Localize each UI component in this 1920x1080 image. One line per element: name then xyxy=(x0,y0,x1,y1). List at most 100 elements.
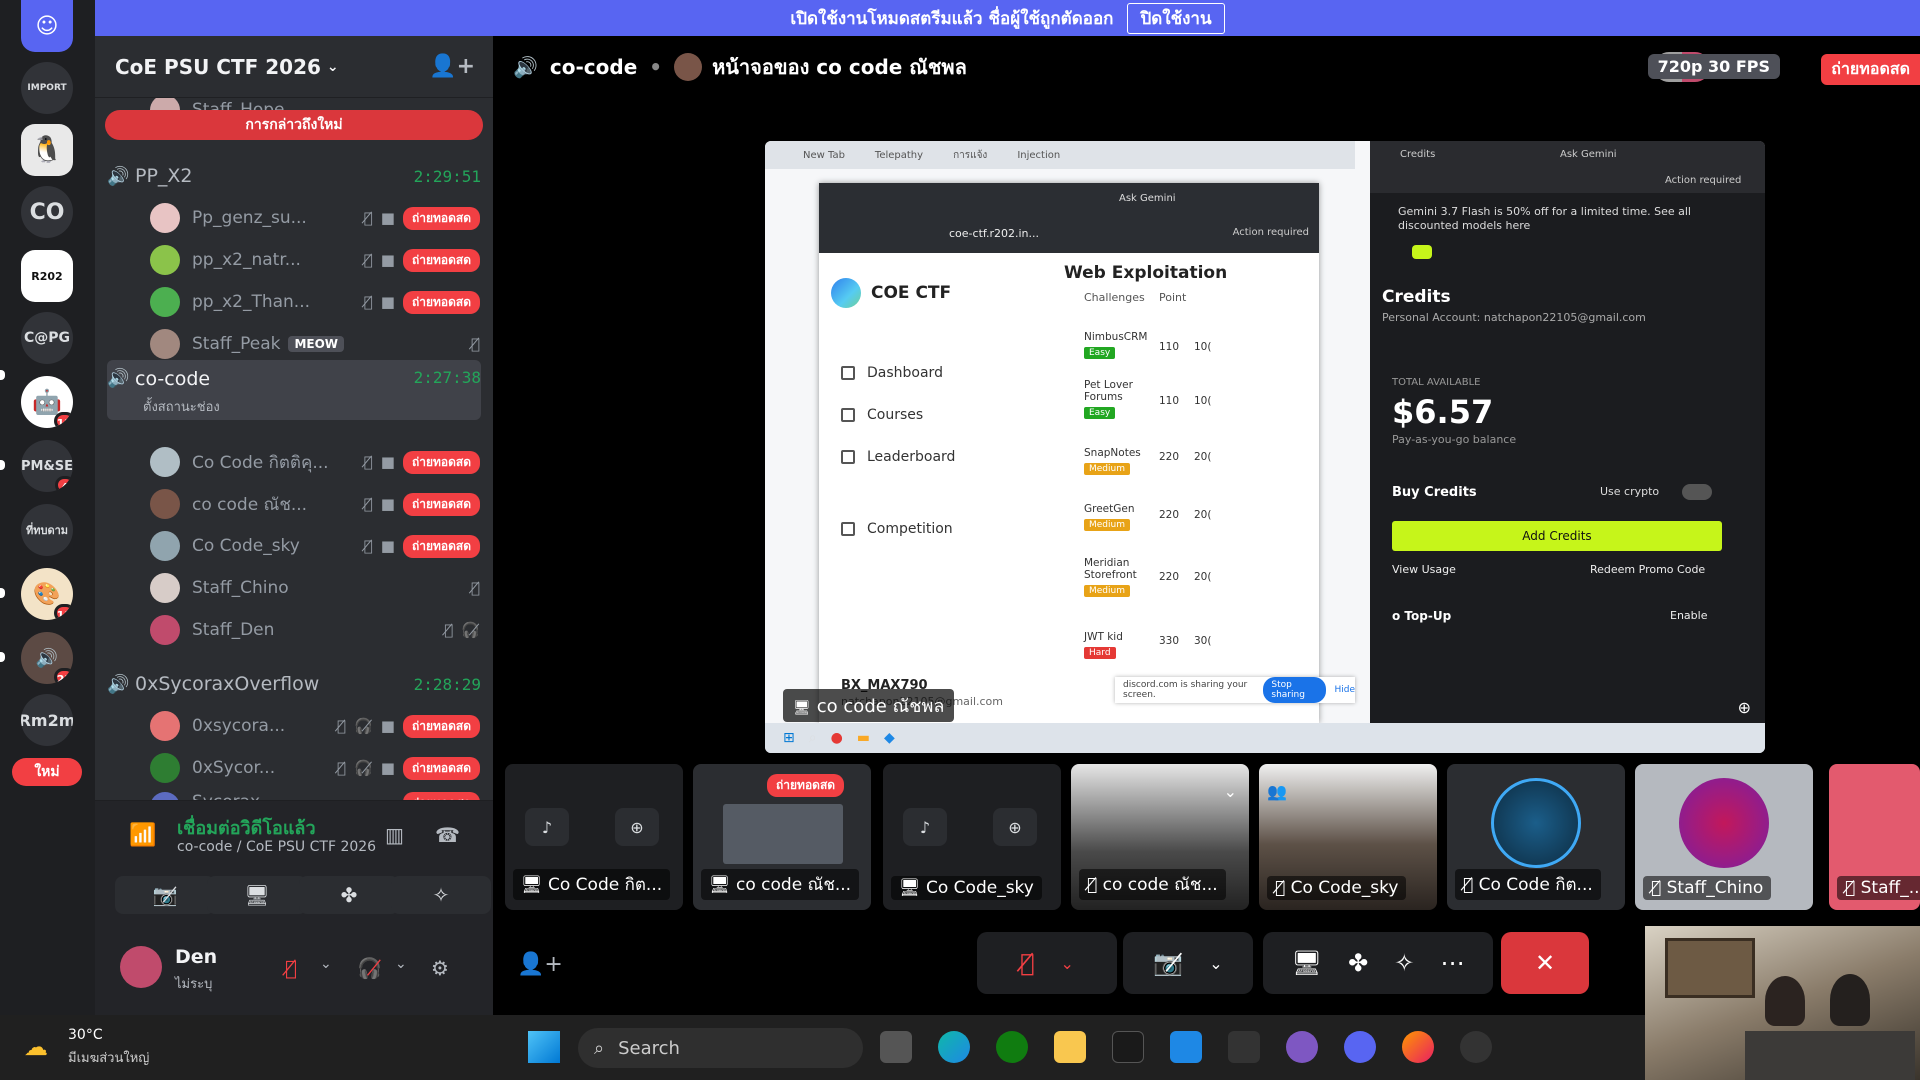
participant-tile[interactable]: ⌄ 🎙̸ co code ณัช... xyxy=(1071,764,1249,910)
voice-channel-path[interactable]: co-code / CoE PSU CTF 2026 xyxy=(177,839,376,855)
app-icon[interactable] xyxy=(1286,1031,1318,1063)
voice-member[interactable]: pp_x2_Than... 🎙̸ ■ ถ่ายทอดสด xyxy=(150,284,480,320)
mic-muted-icon[interactable]: 🎙̸ xyxy=(1020,949,1034,977)
voice-member[interactable]: Co Code_sky 🎙̸ ■ ถ่ายทอดสด xyxy=(150,528,480,564)
voice-member[interactable]: Staff_Chino 🎙̸ xyxy=(150,570,480,606)
chevron-down-icon[interactable]: ⌄ xyxy=(1061,954,1074,973)
terminal-icon[interactable] xyxy=(1112,1031,1144,1063)
voice-channel-co-code[interactable]: 🔊 co-code 2:27:38 ตั้งสถานะช่อง xyxy=(107,360,481,420)
server-icon-pmse[interactable]: PM&SE 4 xyxy=(21,440,73,492)
noise-suppression-icon[interactable]: ▥ xyxy=(385,823,404,847)
server-header[interactable]: CoE PSU CTF 2026 ⌄ 👤+ xyxy=(95,36,493,98)
new-servers-pill[interactable]: ใหม่ xyxy=(12,758,82,786)
windows-start-icon[interactable] xyxy=(528,1031,560,1063)
watch-stream-icon[interactable]: ⊕ xyxy=(615,808,659,846)
server-icon-bot[interactable]: 🤖 12 xyxy=(21,376,73,428)
voice-status[interactable]: เชื่อมต่อวิดีโอแล้ว xyxy=(177,813,316,842)
shared-screen[interactable]: New Tab Telepathy การแจ้ง Injection Ask … xyxy=(765,141,1765,753)
server-icon-voice[interactable]: 🔊 22 xyxy=(21,632,73,684)
participant-tile[interactable]: 🎙̸ Co Code กิต... xyxy=(1447,764,1625,910)
voice-channel-0xsycorax[interactable]: 🔊 0xSycoraxOverflow 2:28:29 xyxy=(107,664,481,704)
voice-member[interactable]: Co Code กิตติคุ... 🎙̸ ■ ถ่ายทอดสด xyxy=(150,444,480,480)
task-view-icon[interactable] xyxy=(880,1031,912,1063)
participant-tile[interactable]: ♪ ⊕ 🖥 Co Code_sky xyxy=(883,764,1061,910)
server-icon-co[interactable]: CO xyxy=(21,186,73,238)
server-icon-cpg[interactable]: C@PG xyxy=(21,312,73,364)
gear-icon[interactable]: ⚙ xyxy=(431,956,449,980)
new-mentions-bar[interactable]: การกล่าวถึงใหม่ xyxy=(105,110,483,140)
file-explorer-icon[interactable] xyxy=(1054,1031,1086,1063)
screen-share-icon[interactable]: 🖥 xyxy=(1292,949,1322,977)
share-screen-button[interactable]: 🖥 xyxy=(207,876,307,914)
soundboard-button[interactable]: ✧ xyxy=(391,876,491,914)
leave-call-button[interactable]: ✕ xyxy=(1501,932,1589,994)
stream-quality-badge[interactable]: 720p 30 FPS xyxy=(1647,54,1780,79)
camera-off-icon[interactable]: 📷̸ xyxy=(1153,949,1183,977)
mic-muted-icon[interactable]: 🎙̸ xyxy=(285,956,297,980)
camera-off-button[interactable]: 📷̸ xyxy=(115,876,215,914)
mic-muted-icon: 🎙̸ xyxy=(1651,878,1667,898)
voice-member[interactable]: co code ณัช... 🎙̸ ■ ถ่ายทอดสด xyxy=(150,486,480,522)
soundboard-icon[interactable]: ✧ xyxy=(1394,949,1414,977)
voice-member[interactable]: Pp_genz_su... 🎙̸ ■ ถ่ายทอดสด xyxy=(150,200,480,236)
voice-member[interactable]: 0xSycor... 🎙̸ 🎧̸ ■ ถ่ายทอดสด xyxy=(150,750,480,786)
participant-tile[interactable]: 👥 🎙̸ Co Code_sky xyxy=(1259,764,1437,910)
group-icon[interactable]: 👥 xyxy=(1267,782,1287,801)
zoom-icon[interactable]: ⊕ xyxy=(1738,698,1751,717)
signal-icon[interactable]: 📶 xyxy=(129,823,156,848)
invite-user-icon[interactable]: 👤+ xyxy=(429,54,475,79)
weather-temp[interactable]: 30°C xyxy=(68,1027,103,1043)
server-icon-rm2m[interactable]: Rm2m xyxy=(21,694,73,746)
deafened-icon[interactable]: 🎧̸ xyxy=(357,956,382,980)
taskbar-search[interactable]: ⌕ Search xyxy=(578,1028,863,1068)
server-icon-r202[interactable]: R202 xyxy=(21,250,73,302)
mic-icon[interactable]: ♪ xyxy=(903,808,947,846)
mic-muted-icon: 🎙̸ xyxy=(337,759,347,777)
disable-streamer-mode-button[interactable]: ปิดใช้งาน xyxy=(1127,2,1225,34)
speaker-icon: 🔊 xyxy=(513,55,538,79)
xbox-icon[interactable] xyxy=(996,1031,1028,1063)
voice-member[interactable]: pp_x2_natr... 🎙̸ ■ ถ่ายทอดสด xyxy=(150,242,480,278)
watch-stream-icon[interactable]: ⊕ xyxy=(993,808,1037,846)
store-icon[interactable] xyxy=(1170,1031,1202,1063)
chevron-down-icon[interactable]: ⌄ xyxy=(320,956,332,972)
server-icon-anime[interactable]: 🎨 13 xyxy=(21,568,73,620)
disconnect-icon[interactable]: ☎ xyxy=(435,823,460,847)
voice-member[interactable]: Staff_Peak MEOW 🎙̸ xyxy=(150,326,480,362)
participant-tile[interactable]: 🎙̸ Staff_Chino xyxy=(1635,764,1813,910)
chevron-down-icon[interactable]: ⌄ xyxy=(395,956,407,972)
mic-muted-icon: 🎙̸ xyxy=(363,495,373,513)
participant-tile[interactable]: 🎙̸ Staff_... xyxy=(1829,764,1920,910)
user-avatar[interactable] xyxy=(120,946,162,988)
unread-pill xyxy=(0,652,5,662)
user-name[interactable]: Den xyxy=(175,946,217,968)
courses-icon xyxy=(841,408,855,422)
more-icon[interactable]: ⋯ xyxy=(1440,949,1464,977)
mic-icon[interactable]: ♪ xyxy=(525,808,569,846)
server-icon-penguin[interactable]: 🐧 xyxy=(21,124,73,176)
set-channel-status[interactable]: ตั้งสถานะช่อง xyxy=(143,396,220,417)
chevron-down-icon[interactable]: ⌄ xyxy=(1224,782,1237,801)
firefox-icon[interactable] xyxy=(1402,1031,1434,1063)
weather-desc[interactable]: มีเมฆส่วนใหญ่ xyxy=(68,1047,149,1068)
participant-tile[interactable]: ถ่ายทอดสด 🖥 co code ณัช... xyxy=(693,764,871,910)
edge-icon[interactable] xyxy=(938,1031,970,1063)
live-badge: ถ่ายทอดสด xyxy=(1821,54,1920,85)
server-icon-thai[interactable]: ที่ทบดาม xyxy=(21,504,73,556)
discord-icon[interactable] xyxy=(1344,1031,1376,1063)
weather-icon[interactable]: ☁ xyxy=(24,1033,48,1061)
tile-label: 🎙̸ Staff_... xyxy=(1837,876,1920,900)
discord-home-button[interactable]: ☺ xyxy=(21,0,73,52)
invite-to-call-icon[interactable]: 👤+ xyxy=(517,952,563,977)
voice-channel-pp-x2[interactable]: 🔊 PP_X2 2:29:51 xyxy=(107,156,481,196)
separator-dot: • xyxy=(649,55,663,79)
server-icon-import[interactable]: IMPORT xyxy=(21,62,73,114)
activities-icon[interactable]: ✤ xyxy=(1348,949,1368,977)
chevron-down-icon[interactable]: ⌄ xyxy=(1209,954,1222,973)
voice-member[interactable]: 0xsycora... 🎙̸ 🎧̸ ■ ถ่ายทอดสด xyxy=(150,708,480,744)
activities-button[interactable]: ✤ xyxy=(299,876,399,914)
steam-icon[interactable] xyxy=(1460,1031,1492,1063)
cmd-icon[interactable] xyxy=(1228,1031,1260,1063)
participant-tile[interactable]: ♪ ⊕ 🖥 Co Code กิต... xyxy=(505,764,683,910)
voice-member[interactable]: Staff_Den 🎙̸ 🎧̸ xyxy=(150,612,480,648)
